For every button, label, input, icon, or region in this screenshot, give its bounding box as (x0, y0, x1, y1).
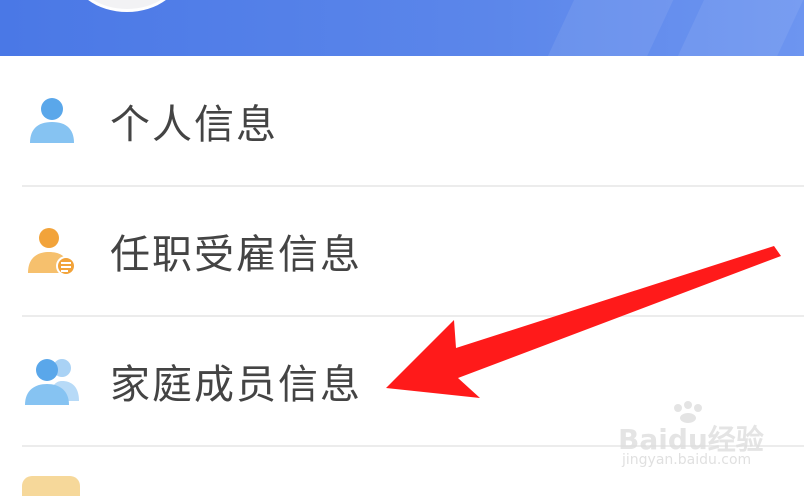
top-header-banner (0, 0, 804, 56)
menu-item-label: 任职受雇信息 (110, 232, 362, 278)
family-icon (22, 351, 82, 411)
baidu-watermark: Baidu经验 jingyan.baidu.com (618, 400, 778, 476)
next-menu-item-icon (22, 476, 80, 496)
menu-item-label: 家庭成员信息 (110, 362, 362, 408)
menu-item-employment-info[interactable]: 任职受雇信息 (0, 186, 804, 316)
menu-item-label: 个人信息 (110, 102, 278, 148)
menu-item-personal-info[interactable]: 个人信息 (0, 56, 804, 186)
employee-icon (22, 221, 82, 281)
person-icon (22, 91, 82, 151)
watermark-url: jingyan.baidu.com (622, 452, 752, 468)
header-decoration (530, 0, 680, 56)
avatar[interactable] (72, 0, 182, 12)
header-decoration (660, 0, 804, 56)
